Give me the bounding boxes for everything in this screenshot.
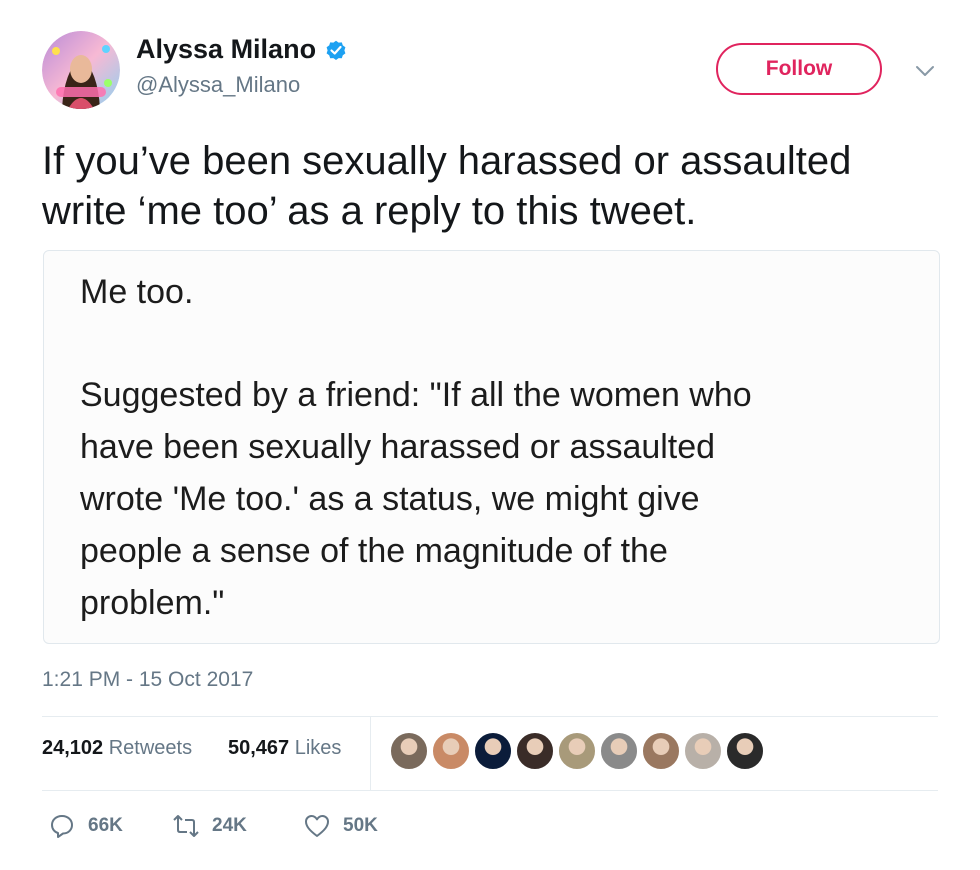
tweet-timestamp[interactable]: 1:21 PM - 15 Oct 2017 [42,668,253,692]
like-count: 50K [343,815,378,836]
divider [42,790,938,791]
stats-divider [370,716,371,790]
author-avatar[interactable] [42,31,120,109]
media-text-heading: Me too. [80,273,194,311]
follow-button[interactable]: Follow [716,43,882,95]
retweets-stat[interactable]: 24,102 Retweets [42,737,192,760]
likes-stat[interactable]: 50,467 Likes [228,737,341,760]
likes-count: 50,467 [228,737,290,759]
liker-avatar-4-icon[interactable] [516,732,554,770]
retweet-count: 24K [212,815,247,836]
liker-avatar-6-icon[interactable] [600,732,638,770]
media-text-line: people a sense of the magnitude of the [80,532,668,570]
liker-avatars [390,732,768,770]
reply-button[interactable]: 66K [48,812,123,840]
liker-avatar-8-icon[interactable] [684,732,722,770]
tweet-media-image[interactable]: Me too. Suggested by a friend: "If all t… [43,250,940,644]
media-text-line: have been sexually harassed or assaulted [80,428,716,466]
author-handle[interactable]: @Alyssa_Milano [136,72,300,98]
retweet-icon [173,815,199,837]
liker-avatar-5-icon[interactable] [558,732,596,770]
media-text-paragraph: Suggested by a friend: "If all the women… [80,369,910,629]
media-text-line: Suggested by a friend: "If all the women… [80,376,752,414]
tweet-text-line: write ‘me too’ as a reply to this tweet. [42,189,697,233]
liker-avatar-1-icon[interactable] [390,732,428,770]
reply-count: 66K [88,815,123,836]
reply-icon [51,815,73,838]
retweets-count: 24,102 [42,737,104,759]
liker-avatar-9-icon[interactable] [726,732,764,770]
verified-badge-icon [326,40,346,60]
liker-avatar-3-icon[interactable] [474,732,512,770]
media-text-line: problem." [80,584,225,622]
author-name[interactable]: Alyssa Milano [136,34,316,65]
heart-icon [305,815,329,837]
profile-photo-icon [42,31,120,109]
retweets-label: Retweets [108,737,193,759]
like-button[interactable]: 50K [303,812,378,840]
retweet-button[interactable]: 24K [172,812,247,840]
liker-avatar-2-icon[interactable] [432,732,470,770]
tweet-text-line: If you’ve been sexually harassed or assa… [42,139,852,183]
divider [42,716,938,717]
tweet-card: Alyssa Milano @Alyssa_Milano Follow If y… [0,0,980,870]
tweet-text: If you’ve been sexually harassed or assa… [42,136,952,236]
chevron-down-icon[interactable] [914,60,936,82]
media-text-line: wrote 'Me too.' as a status, we might gi… [80,480,700,518]
likes-label: Likes [294,737,342,759]
liker-avatar-7-icon[interactable] [642,732,680,770]
